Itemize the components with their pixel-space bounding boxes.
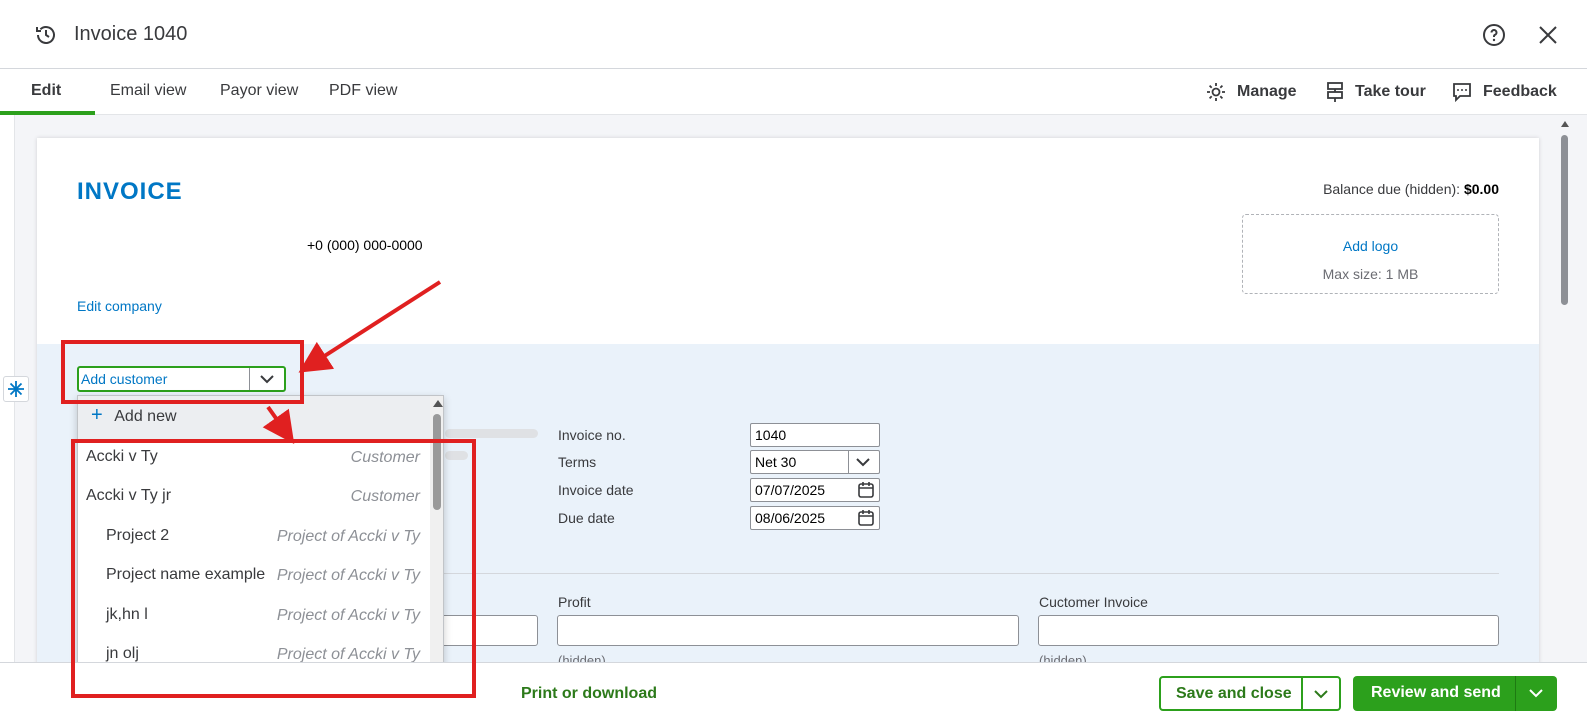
annotation-arrows <box>262 280 442 445</box>
annotation-arrow-long <box>298 280 442 373</box>
annotation-arrow-short <box>262 405 295 445</box>
